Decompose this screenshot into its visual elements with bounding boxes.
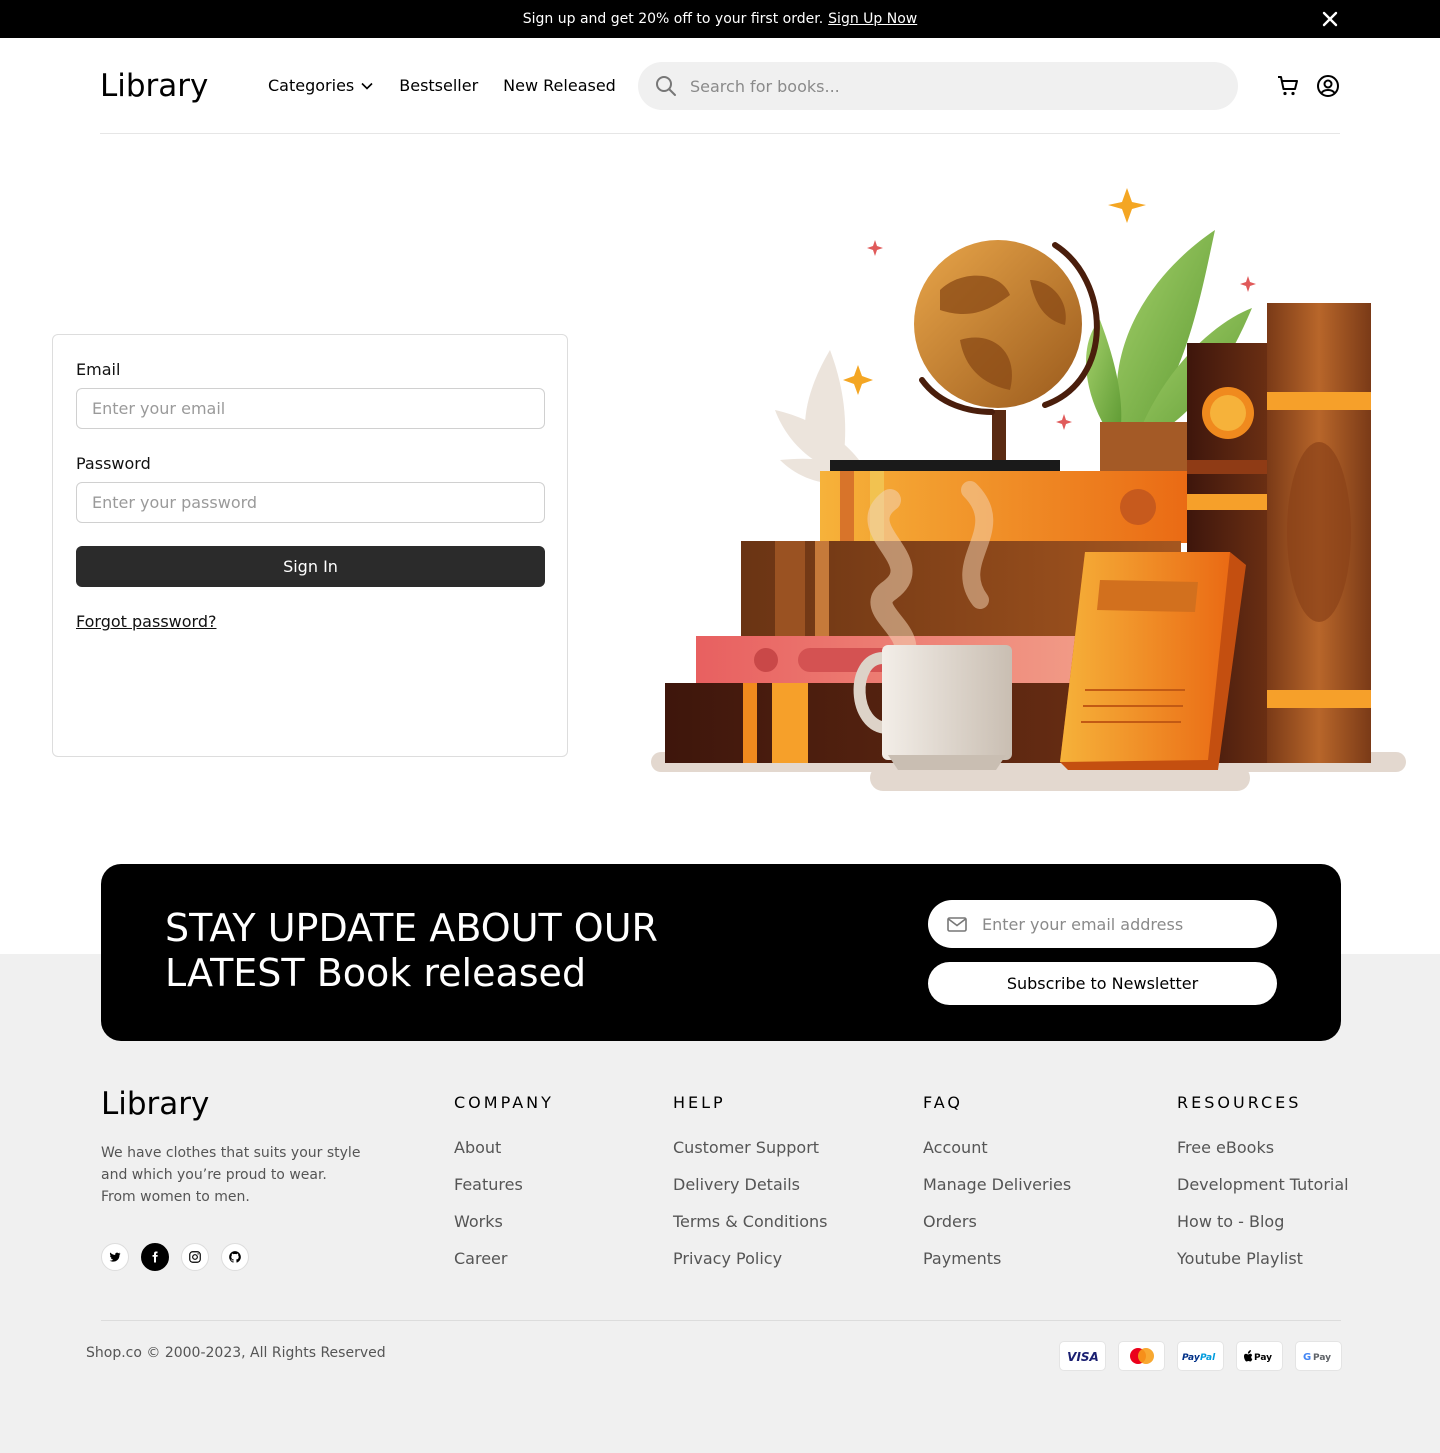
footer-link-customer-support[interactable]: Customer Support: [673, 1138, 827, 1157]
footer-link-terms[interactable]: Terms & Conditions: [673, 1212, 827, 1231]
site-header: Library Categories Bestseller New Releas…: [100, 38, 1340, 134]
footer-description: We have clothes that suits your style an…: [101, 1145, 361, 1205]
chevron-down-icon: [361, 82, 373, 90]
promo-text: Sign up and get 20% off to your first or…: [522, 11, 824, 27]
cart-icon[interactable]: [1276, 74, 1300, 98]
google-pay-icon: G Pay: [1295, 1341, 1342, 1371]
svg-text:G: G: [1303, 1352, 1311, 1363]
search-bar[interactable]: [638, 62, 1238, 110]
search-input[interactable]: [690, 76, 1210, 96]
close-icon[interactable]: [1320, 9, 1340, 29]
footer-link-account[interactable]: Account: [923, 1138, 1071, 1157]
books-illustration: [640, 180, 1420, 800]
sign-up-link[interactable]: Sign Up Now: [828, 11, 917, 27]
promo-bar: Sign up and get 20% off to your first or…: [0, 0, 1440, 38]
footer-link-features[interactable]: Features: [454, 1175, 554, 1194]
footer-col-title: FAQ: [923, 1093, 963, 1112]
nav-categories[interactable]: Categories: [268, 76, 374, 95]
visa-icon: VISA: [1059, 1341, 1106, 1371]
nav-new-released[interactable]: New Released: [503, 76, 616, 95]
footer-link-free-ebooks[interactable]: Free eBooks: [1177, 1138, 1349, 1157]
sign-in-button[interactable]: Sign In: [76, 546, 545, 587]
account-icon[interactable]: [1316, 74, 1340, 98]
copyright-text: Shop.co © 2000-2023, All Rights Reserved: [86, 1345, 386, 1361]
email-label: Email: [76, 360, 121, 379]
forgot-password-link[interactable]: Forgot password?: [76, 612, 216, 631]
footer-col-title: HELP: [673, 1093, 726, 1112]
login-card: Email Password Sign In Forgot password?: [52, 334, 568, 757]
svg-text:Pal: Pal: [1200, 1353, 1216, 1362]
facebook-icon[interactable]: [141, 1243, 169, 1271]
password-field[interactable]: [76, 482, 545, 523]
footer-divider: [101, 1320, 1341, 1321]
svg-text:Pay: Pay: [1313, 1353, 1331, 1363]
footer-col-faq: FAQ Account Manage Deliveries Orders Pay…: [923, 1093, 1071, 1286]
nav-bestseller[interactable]: Bestseller: [399, 76, 478, 95]
main-nav: Categories Bestseller New Released: [268, 76, 616, 95]
apple-pay-icon: Pay: [1236, 1341, 1283, 1371]
footer-link-career[interactable]: Career: [454, 1249, 554, 1268]
footer-link-delivery-details[interactable]: Delivery Details: [673, 1175, 827, 1194]
footer-link-manage-deliveries[interactable]: Manage Deliveries: [923, 1175, 1071, 1194]
subscribe-button[interactable]: Subscribe to Newsletter: [928, 962, 1277, 1005]
footer-link-dev-tutorial[interactable]: Development Tutorial: [1177, 1175, 1349, 1194]
footer-link-youtube[interactable]: Youtube Playlist: [1177, 1249, 1349, 1268]
header-icons: [1276, 74, 1340, 98]
footer-logo[interactable]: Library: [101, 1086, 209, 1122]
footer-col-title: COMPANY: [454, 1093, 554, 1112]
paypal-icon: Pay Pal: [1177, 1341, 1224, 1371]
github-icon[interactable]: [221, 1243, 249, 1271]
instagram-icon[interactable]: [181, 1243, 209, 1271]
footer-col-title: RESOURCES: [1177, 1093, 1302, 1112]
newsletter-title: STAY UPDATE ABOUT OUR LATEST Book releas…: [165, 906, 658, 995]
payment-badges: VISA Pay Pal Pay G Pay: [1059, 1341, 1342, 1371]
footer-col-help: HELP Customer Support Delivery Details T…: [673, 1093, 827, 1286]
email-field[interactable]: [76, 388, 545, 429]
svg-text:VISA: VISA: [1067, 1350, 1099, 1363]
footer-col-company: COMPANY About Features Works Career: [454, 1093, 554, 1286]
site-logo[interactable]: Library: [100, 68, 208, 104]
footer-link-orders[interactable]: Orders: [923, 1212, 1071, 1231]
svg-text:Pay: Pay: [1182, 1353, 1201, 1362]
svg-text:Pay: Pay: [1254, 1353, 1272, 1363]
footer-col-resources: RESOURCES Free eBooks Development Tutori…: [1177, 1093, 1349, 1286]
footer-link-about[interactable]: About: [454, 1138, 554, 1157]
mastercard-icon: [1118, 1341, 1165, 1371]
mail-icon: [947, 917, 967, 932]
newsletter-email-box[interactable]: [928, 900, 1277, 948]
newsletter-email-input[interactable]: [982, 914, 1262, 934]
footer-link-blog[interactable]: How to - Blog: [1177, 1212, 1349, 1231]
search-icon: [656, 76, 676, 96]
newsletter-banner: STAY UPDATE ABOUT OUR LATEST Book releas…: [101, 864, 1341, 1041]
social-links: [101, 1243, 249, 1271]
twitter-icon[interactable]: [101, 1243, 129, 1271]
password-label: Password: [76, 454, 151, 473]
nav-categories-label: Categories: [268, 76, 355, 95]
footer-link-works[interactable]: Works: [454, 1212, 554, 1231]
footer-link-payments[interactable]: Payments: [923, 1249, 1071, 1268]
footer-link-privacy[interactable]: Privacy Policy: [673, 1249, 827, 1268]
